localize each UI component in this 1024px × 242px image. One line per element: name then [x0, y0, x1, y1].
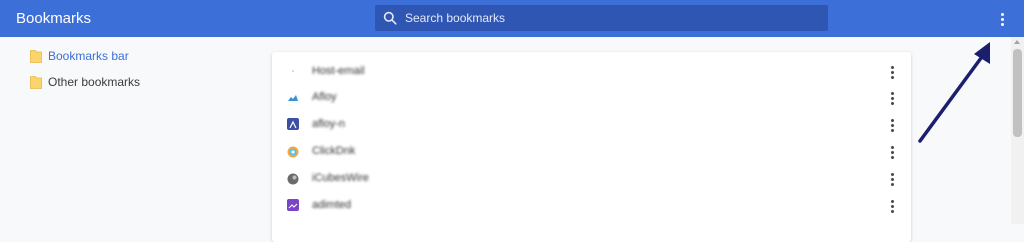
bookmark-menu-button[interactable]: [885, 197, 899, 215]
annotation-arrow-icon: [918, 42, 990, 143]
folder-icon: [30, 50, 42, 63]
page-scrollbar[interactable]: [1011, 37, 1024, 224]
bookmark-title: Afloy: [312, 91, 337, 103]
bookmark-title: ClickDnk: [312, 145, 356, 157]
more-vertical-icon: [885, 63, 899, 81]
bookmark-title: iCubesWire: [312, 172, 369, 184]
more-options-button[interactable]: [994, 10, 1010, 28]
scroll-up-icon[interactable]: [1014, 40, 1020, 44]
favicon-icon: [287, 199, 299, 211]
more-vertical-icon: [885, 197, 899, 215]
bookmark-row[interactable]: adimted: [272, 193, 911, 219]
bookmark-menu-button[interactable]: [885, 116, 899, 134]
bookmark-list: Host-email Afloy afloy-n ClickDnk iCubes…: [272, 52, 911, 242]
favicon-icon: [287, 65, 299, 77]
search-input[interactable]: [405, 5, 815, 31]
more-vertical-icon: [885, 170, 899, 188]
more-vertical-icon: [885, 116, 899, 134]
bookmark-title: afloy-n: [312, 118, 346, 130]
more-vertical-icon: [885, 89, 899, 107]
app-header: Bookmarks: [0, 0, 1024, 37]
bookmark-menu-button[interactable]: [885, 63, 899, 81]
sidebar-item-other-bookmarks[interactable]: Other bookmarks: [30, 73, 140, 91]
sidebar-item-label: Bookmarks bar: [48, 49, 129, 63]
more-vertical-icon: [994, 10, 1010, 28]
bookmark-title: adimted: [312, 199, 352, 211]
favicon-icon: [287, 118, 299, 130]
search-box[interactable]: [375, 5, 828, 31]
scrollbar-thumb[interactable]: [1013, 49, 1022, 137]
favicon-icon: [287, 172, 299, 185]
favicon-icon: [287, 91, 299, 103]
bookmark-row[interactable]: Host-email: [272, 59, 911, 85]
search-icon: [383, 11, 397, 25]
bookmark-row[interactable]: ClickDnk: [272, 139, 911, 165]
bookmark-title: Host-email: [312, 65, 365, 77]
favicon-icon: [287, 145, 299, 158]
bookmark-row[interactable]: afloy-n: [272, 112, 911, 138]
bookmark-menu-button[interactable]: [885, 89, 899, 107]
page-title: Bookmarks: [16, 10, 92, 27]
bookmark-menu-button[interactable]: [885, 170, 899, 188]
sidebar-item-label: Other bookmarks: [48, 75, 141, 89]
bookmark-row[interactable]: Afloy: [272, 85, 911, 111]
bookmark-row[interactable]: iCubesWire: [272, 166, 911, 192]
folder-icon: [30, 76, 42, 89]
sidebar-item-bookmarks-bar[interactable]: Bookmarks bar: [30, 47, 129, 65]
bookmark-menu-button[interactable]: [885, 143, 899, 161]
more-vertical-icon: [885, 143, 899, 161]
